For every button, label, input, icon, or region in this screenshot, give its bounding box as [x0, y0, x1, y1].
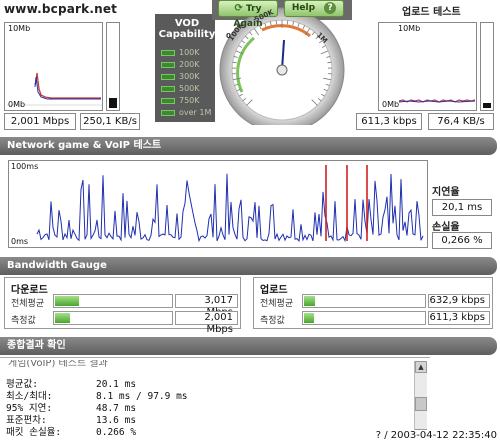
- download-cur-track: [53, 311, 173, 325]
- help-label: Help: [291, 3, 316, 13]
- scroll-up-icon[interactable]: ▲: [415, 361, 427, 373]
- help-icon: ?: [324, 2, 337, 14]
- upload-avg-value: 632,9 kbps: [428, 294, 490, 308]
- vod-item-label: 750K: [179, 96, 200, 105]
- download-speed: 2,001 Mbps: [4, 113, 76, 130]
- upload-cur-fill: [304, 313, 315, 323]
- download-y-top: 10Mb: [8, 24, 31, 33]
- download-avg-label: 전체평균: [11, 299, 45, 309]
- network-game-section-bar: Network game & VoIP 테스트: [0, 137, 497, 155]
- vod-title: VOD Capability: [158, 18, 216, 40]
- latency-value: 20,1 ms: [432, 199, 492, 216]
- bandwidth-upload-group: 업로드 전체평균 632,9 kbps 측정값 611,3 kbps: [253, 277, 493, 329]
- download-avg-fill: [55, 296, 79, 306]
- scroll-thumb[interactable]: [415, 397, 427, 411]
- download-level-bar: [106, 22, 120, 111]
- result-value: 0.266 %: [96, 427, 137, 438]
- vod-item-label: 100K: [179, 48, 200, 57]
- upload-level-bar: [480, 22, 494, 111]
- vod-item-500k: 500K: [161, 84, 200, 94]
- vod-item-750k: 750K: [161, 96, 200, 106]
- vod-capability-panel: VOD Capability 100K 200K 300K 500K 750K …: [155, 14, 215, 122]
- vod-item-label: over 1M: [179, 108, 212, 117]
- vod-item-over-1m: over 1M: [161, 108, 211, 118]
- bandwidth-download-group: 다운로드 전체평균 3,017 Mbps 측정값 2,001 Mbps: [4, 277, 241, 335]
- bandwidth-download-head: 다운로드: [11, 285, 48, 296]
- latency-graph-plot: [36, 165, 424, 243]
- download-cur-label: 측정값: [11, 316, 36, 326]
- watermark: www.bcpark.net: [4, 2, 118, 16]
- upload-y-bottom: 0Mb: [382, 100, 400, 109]
- upload-cur-value: 611,3 kbps: [428, 311, 490, 325]
- latency-y-bottom: 0ms: [11, 237, 29, 246]
- result-key: 패킷 손실율:: [6, 427, 62, 438]
- vod-item-200k: 200K: [161, 60, 200, 70]
- result-row-loss: 패킷 손실율: 0.266 %: [6, 424, 136, 438]
- vod-led-icon: [161, 74, 175, 80]
- upload-cur-track: [302, 311, 426, 325]
- latency-label: 지연율: [432, 187, 460, 198]
- vod-item-label: 200K: [179, 60, 200, 69]
- upload-graph: 10Mb 0Mb: [378, 22, 477, 111]
- bandwidth-section-bar: Bandwidth Gauge: [0, 257, 497, 275]
- help-button[interactable]: Help ?: [284, 0, 344, 17]
- vod-item-100k: 100K: [161, 48, 200, 58]
- upload-y-top: 10Mb: [398, 24, 421, 33]
- download-cur-value: 2,001 Mbps: [175, 311, 238, 335]
- download-kbs: 250,1 KB/s: [80, 113, 140, 130]
- refresh-icon: ⟳: [234, 3, 243, 14]
- upload-test-title: 업로드 테스트: [402, 7, 461, 18]
- upload-level-fill: [483, 102, 491, 108]
- upload-cur-label: 측정값: [260, 316, 285, 326]
- vod-title-line1: VOD: [174, 18, 200, 29]
- vod-title-line2: Capability: [158, 29, 216, 40]
- vod-item-label: 500K: [179, 84, 200, 93]
- upload-avg-fill: [304, 296, 316, 306]
- timestamp: ? / 2003-04-12 22:35:40: [374, 430, 498, 441]
- download-graph-plot: [7, 72, 102, 106]
- download-cur-fill: [55, 313, 70, 323]
- download-y-bottom: 0Mb: [8, 100, 26, 109]
- results-text-area[interactable]: 게임(VoIP) 테스트 결과 평균값: 20.1 ms 최소/최대: 8.1 ms…: [0, 357, 430, 445]
- speed-gauge: ⟳ Try Again Help ? 0 100K 500K 1M: [212, 0, 352, 133]
- download-graph: 10Mb 0Mb: [4, 22, 103, 111]
- latency-trace: [36, 173, 424, 243]
- download-avg-track: [53, 294, 173, 308]
- vod-led-icon: [161, 62, 175, 68]
- vod-led-icon: [161, 86, 175, 92]
- results-section-bar: 종합결과 확인: [0, 337, 497, 355]
- vod-led-icon: [161, 50, 175, 56]
- download-avg-value: 3,017 Mbps: [175, 294, 238, 318]
- vod-item-label: 300K: [179, 72, 200, 81]
- upload-speed: 611,3 kbps: [356, 113, 422, 130]
- upload-avg-label: 전체평균: [260, 299, 294, 309]
- vod-item-300k: 300K: [161, 72, 200, 82]
- upload-graph-plot: [398, 99, 476, 103]
- download-level-fill: [109, 97, 117, 108]
- vod-led-icon: [161, 98, 175, 104]
- results-cut-line: 게임(VoIP) 테스트 결과: [8, 358, 108, 369]
- upload-avg-track: [302, 294, 426, 308]
- loss-label: 손실율: [432, 222, 460, 233]
- latency-y-top: 100ms: [11, 162, 39, 171]
- vod-led-icon: [161, 110, 175, 116]
- latency-graph: 100ms 0ms: [8, 160, 428, 248]
- bandwidth-upload-head: 업로드: [260, 285, 288, 296]
- upload-kbs: 76,4 KB/s: [428, 113, 494, 130]
- loss-value: 0,266 %: [432, 232, 492, 249]
- results-scrollbar[interactable]: ▲ ▼: [414, 361, 427, 441]
